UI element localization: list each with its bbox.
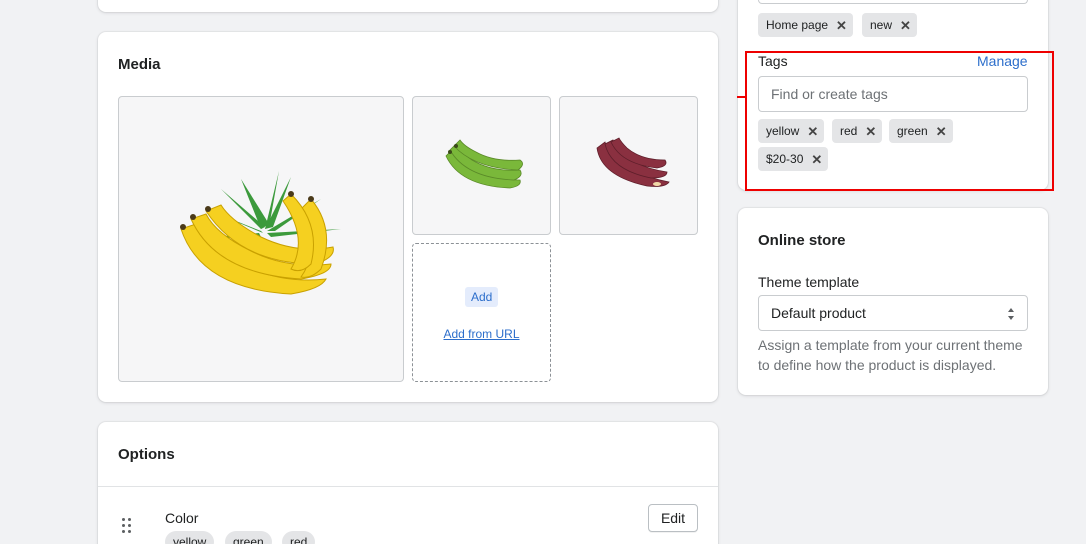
select-arrows-icon bbox=[1008, 308, 1014, 320]
add-media-button[interactable]: Add bbox=[465, 287, 499, 307]
remove-tag-icon[interactable]: ✕ bbox=[865, 125, 876, 138]
theme-template-label: Theme template bbox=[758, 274, 860, 290]
options-divider bbox=[98, 486, 718, 487]
option-value-tag: green bbox=[225, 531, 272, 544]
tag-label: red bbox=[840, 124, 858, 138]
product-details-card bbox=[98, 0, 718, 12]
theme-help-text-line1: Assign a template from your current them… bbox=[758, 337, 1023, 353]
theme-template-value: Default product bbox=[771, 305, 866, 321]
green-banana-image bbox=[445, 138, 523, 188]
media-thumbnail-green-banana[interactable] bbox=[412, 96, 551, 235]
media-dropzone[interactable]: Add Add from URL bbox=[412, 243, 551, 382]
banana-bunch-image bbox=[180, 171, 341, 295]
red-banana-image bbox=[596, 136, 670, 187]
theme-help-text-line2: to define how the product is displayed. bbox=[758, 357, 997, 373]
online-store-card: Online store Theme template Default prod… bbox=[738, 208, 1048, 395]
options-title: Options bbox=[118, 446, 175, 463]
product-organization-card: Home page ✕ new ✕ Tags Manage Find or cr… bbox=[738, 0, 1048, 190]
media-title: Media bbox=[118, 56, 161, 73]
remove-tag-icon[interactable]: ✕ bbox=[811, 153, 822, 166]
media-main-image[interactable] bbox=[118, 96, 404, 382]
add-from-url-link[interactable]: Add from URL bbox=[413, 327, 550, 341]
tags-label: Tags bbox=[758, 53, 788, 69]
tag-label: yellow bbox=[766, 124, 800, 138]
manage-tags-link[interactable]: Manage bbox=[977, 53, 1028, 69]
collection-tag-label: Home page bbox=[766, 18, 829, 32]
theme-template-select[interactable]: Default product bbox=[758, 295, 1028, 331]
edit-option-button[interactable]: Edit bbox=[648, 504, 698, 532]
online-store-title: Online store bbox=[758, 232, 846, 249]
product-tag: $20-30 ✕ bbox=[758, 147, 829, 171]
remove-tag-icon[interactable]: ✕ bbox=[900, 19, 911, 32]
collection-tag: Home page ✕ bbox=[758, 13, 853, 37]
option-value-tag: red bbox=[282, 531, 316, 544]
tag-label: $20-30 bbox=[766, 152, 804, 166]
tags-input-placeholder: Find or create tags bbox=[771, 86, 888, 102]
options-card: Options Color Edit yellow green red bbox=[98, 422, 718, 544]
remove-tag-icon[interactable]: ✕ bbox=[836, 19, 847, 32]
product-tag: green ✕ bbox=[889, 119, 953, 143]
media-card: Media Add Add from URL bbox=[98, 32, 718, 402]
drag-handle-icon[interactable] bbox=[122, 518, 134, 536]
tags-search-input[interactable]: Find or create tags bbox=[758, 76, 1028, 112]
collection-tag: new ✕ bbox=[862, 13, 917, 37]
remove-tag-icon[interactable]: ✕ bbox=[936, 125, 947, 138]
option-name: Color bbox=[165, 510, 199, 526]
media-thumbnail-red-banana[interactable] bbox=[559, 96, 698, 235]
tag-label: green bbox=[897, 124, 928, 138]
annotation-pointer bbox=[737, 96, 746, 98]
collections-input[interactable] bbox=[758, 0, 1028, 4]
product-tag: red ✕ bbox=[832, 119, 883, 143]
option-value-tag: yellow bbox=[165, 531, 215, 544]
remove-tag-icon[interactable]: ✕ bbox=[807, 125, 818, 138]
product-tag: yellow ✕ bbox=[758, 119, 825, 143]
collection-tag-label: new bbox=[870, 18, 893, 32]
